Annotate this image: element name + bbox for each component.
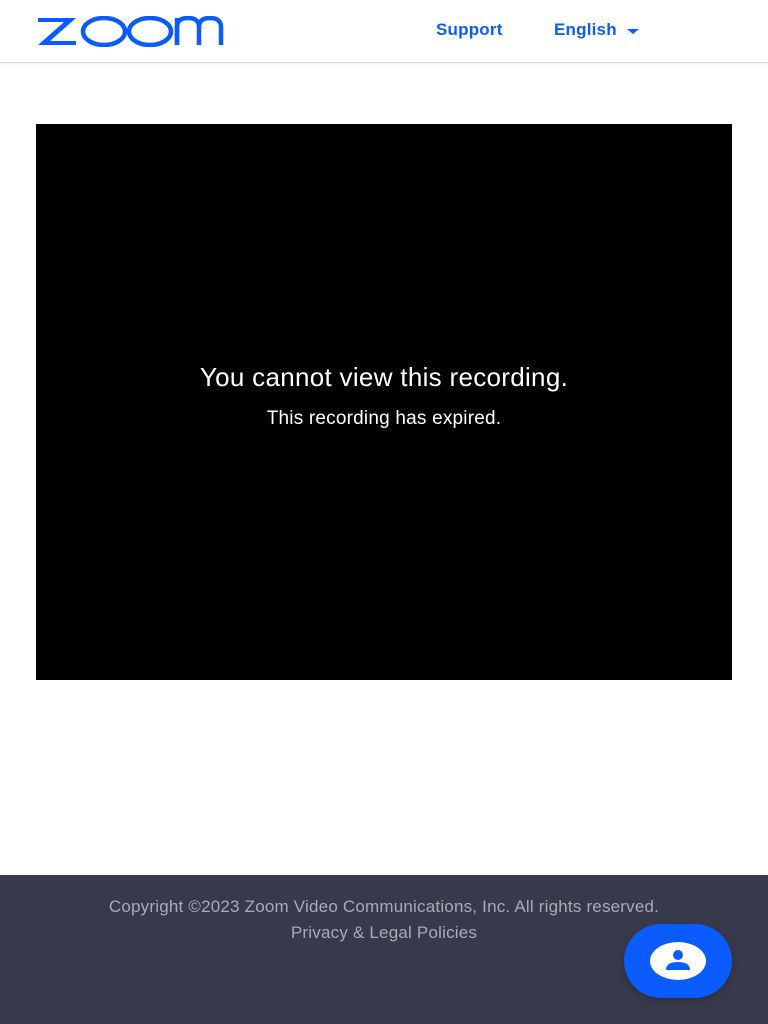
chevron-down-icon (626, 29, 639, 34)
error-subtitle: This recording has expired. (266, 408, 502, 429)
language-dropdown[interactable]: English (554, 20, 639, 40)
zoom-logo-icon (38, 16, 224, 47)
chat-bot-button[interactable] (624, 924, 732, 998)
copyright-text: Copyright ©2023 Zoom Video Communication… (108, 897, 660, 916)
page: Support English You cannot view this rec… (0, 0, 768, 1024)
recording-player: You cannot view this recording. This rec… (36, 124, 732, 680)
support-link[interactable]: Support (436, 20, 503, 40)
error-title: You cannot view this recording. (199, 362, 569, 392)
zoom-logo[interactable] (36, 16, 232, 47)
chat-bot-icon (650, 942, 706, 980)
header: Support English (0, 0, 768, 63)
language-label: English (554, 20, 617, 39)
